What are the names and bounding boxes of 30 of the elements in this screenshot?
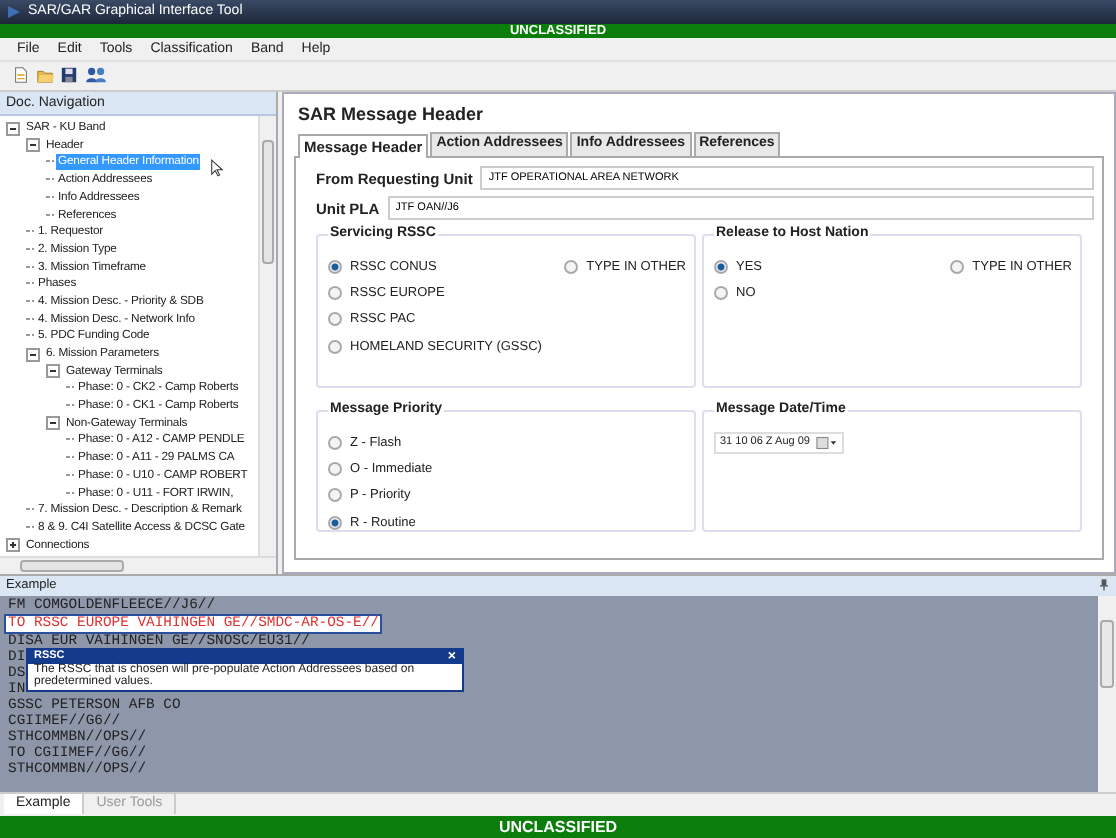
radio-button[interactable] bbox=[328, 488, 342, 503]
radio-button[interactable] bbox=[328, 435, 342, 450]
scrollbar[interactable] bbox=[1098, 595, 1116, 793]
expander-icon[interactable] bbox=[6, 538, 20, 553]
save-icon[interactable] bbox=[60, 66, 78, 85]
expander-icon[interactable] bbox=[46, 416, 60, 431]
radio-button[interactable] bbox=[714, 286, 728, 301]
expander-icon[interactable] bbox=[46, 364, 60, 379]
radio-button[interactable] bbox=[328, 339, 342, 354]
expander-icon[interactable] bbox=[6, 121, 20, 136]
panel-title: SAR Message Header bbox=[296, 103, 486, 128]
scrollbar[interactable] bbox=[258, 115, 276, 557]
radio-button[interactable] bbox=[328, 259, 342, 274]
radio-button[interactable] bbox=[328, 515, 342, 530]
radio-button[interactable] bbox=[328, 462, 342, 477]
people-icon[interactable] bbox=[84, 66, 110, 85]
radio-button[interactable] bbox=[714, 259, 728, 274]
calendar-icon[interactable] bbox=[815, 435, 838, 450]
scrollbar[interactable] bbox=[0, 556, 276, 575]
radio-button[interactable] bbox=[328, 286, 342, 301]
expander-icon[interactable] bbox=[26, 347, 40, 362]
classification-banner: UNCLASSIFIED bbox=[0, 816, 1116, 838]
cursor-icon bbox=[210, 158, 225, 179]
expander-icon[interactable] bbox=[26, 138, 40, 153]
radio-button[interactable] bbox=[328, 312, 342, 327]
pin-icon[interactable] bbox=[1100, 578, 1108, 593]
radio-button[interactable] bbox=[950, 259, 965, 274]
app-icon bbox=[6, 3, 22, 20]
new-document-icon[interactable] bbox=[12, 66, 30, 85]
radio-button[interactable] bbox=[564, 259, 579, 274]
